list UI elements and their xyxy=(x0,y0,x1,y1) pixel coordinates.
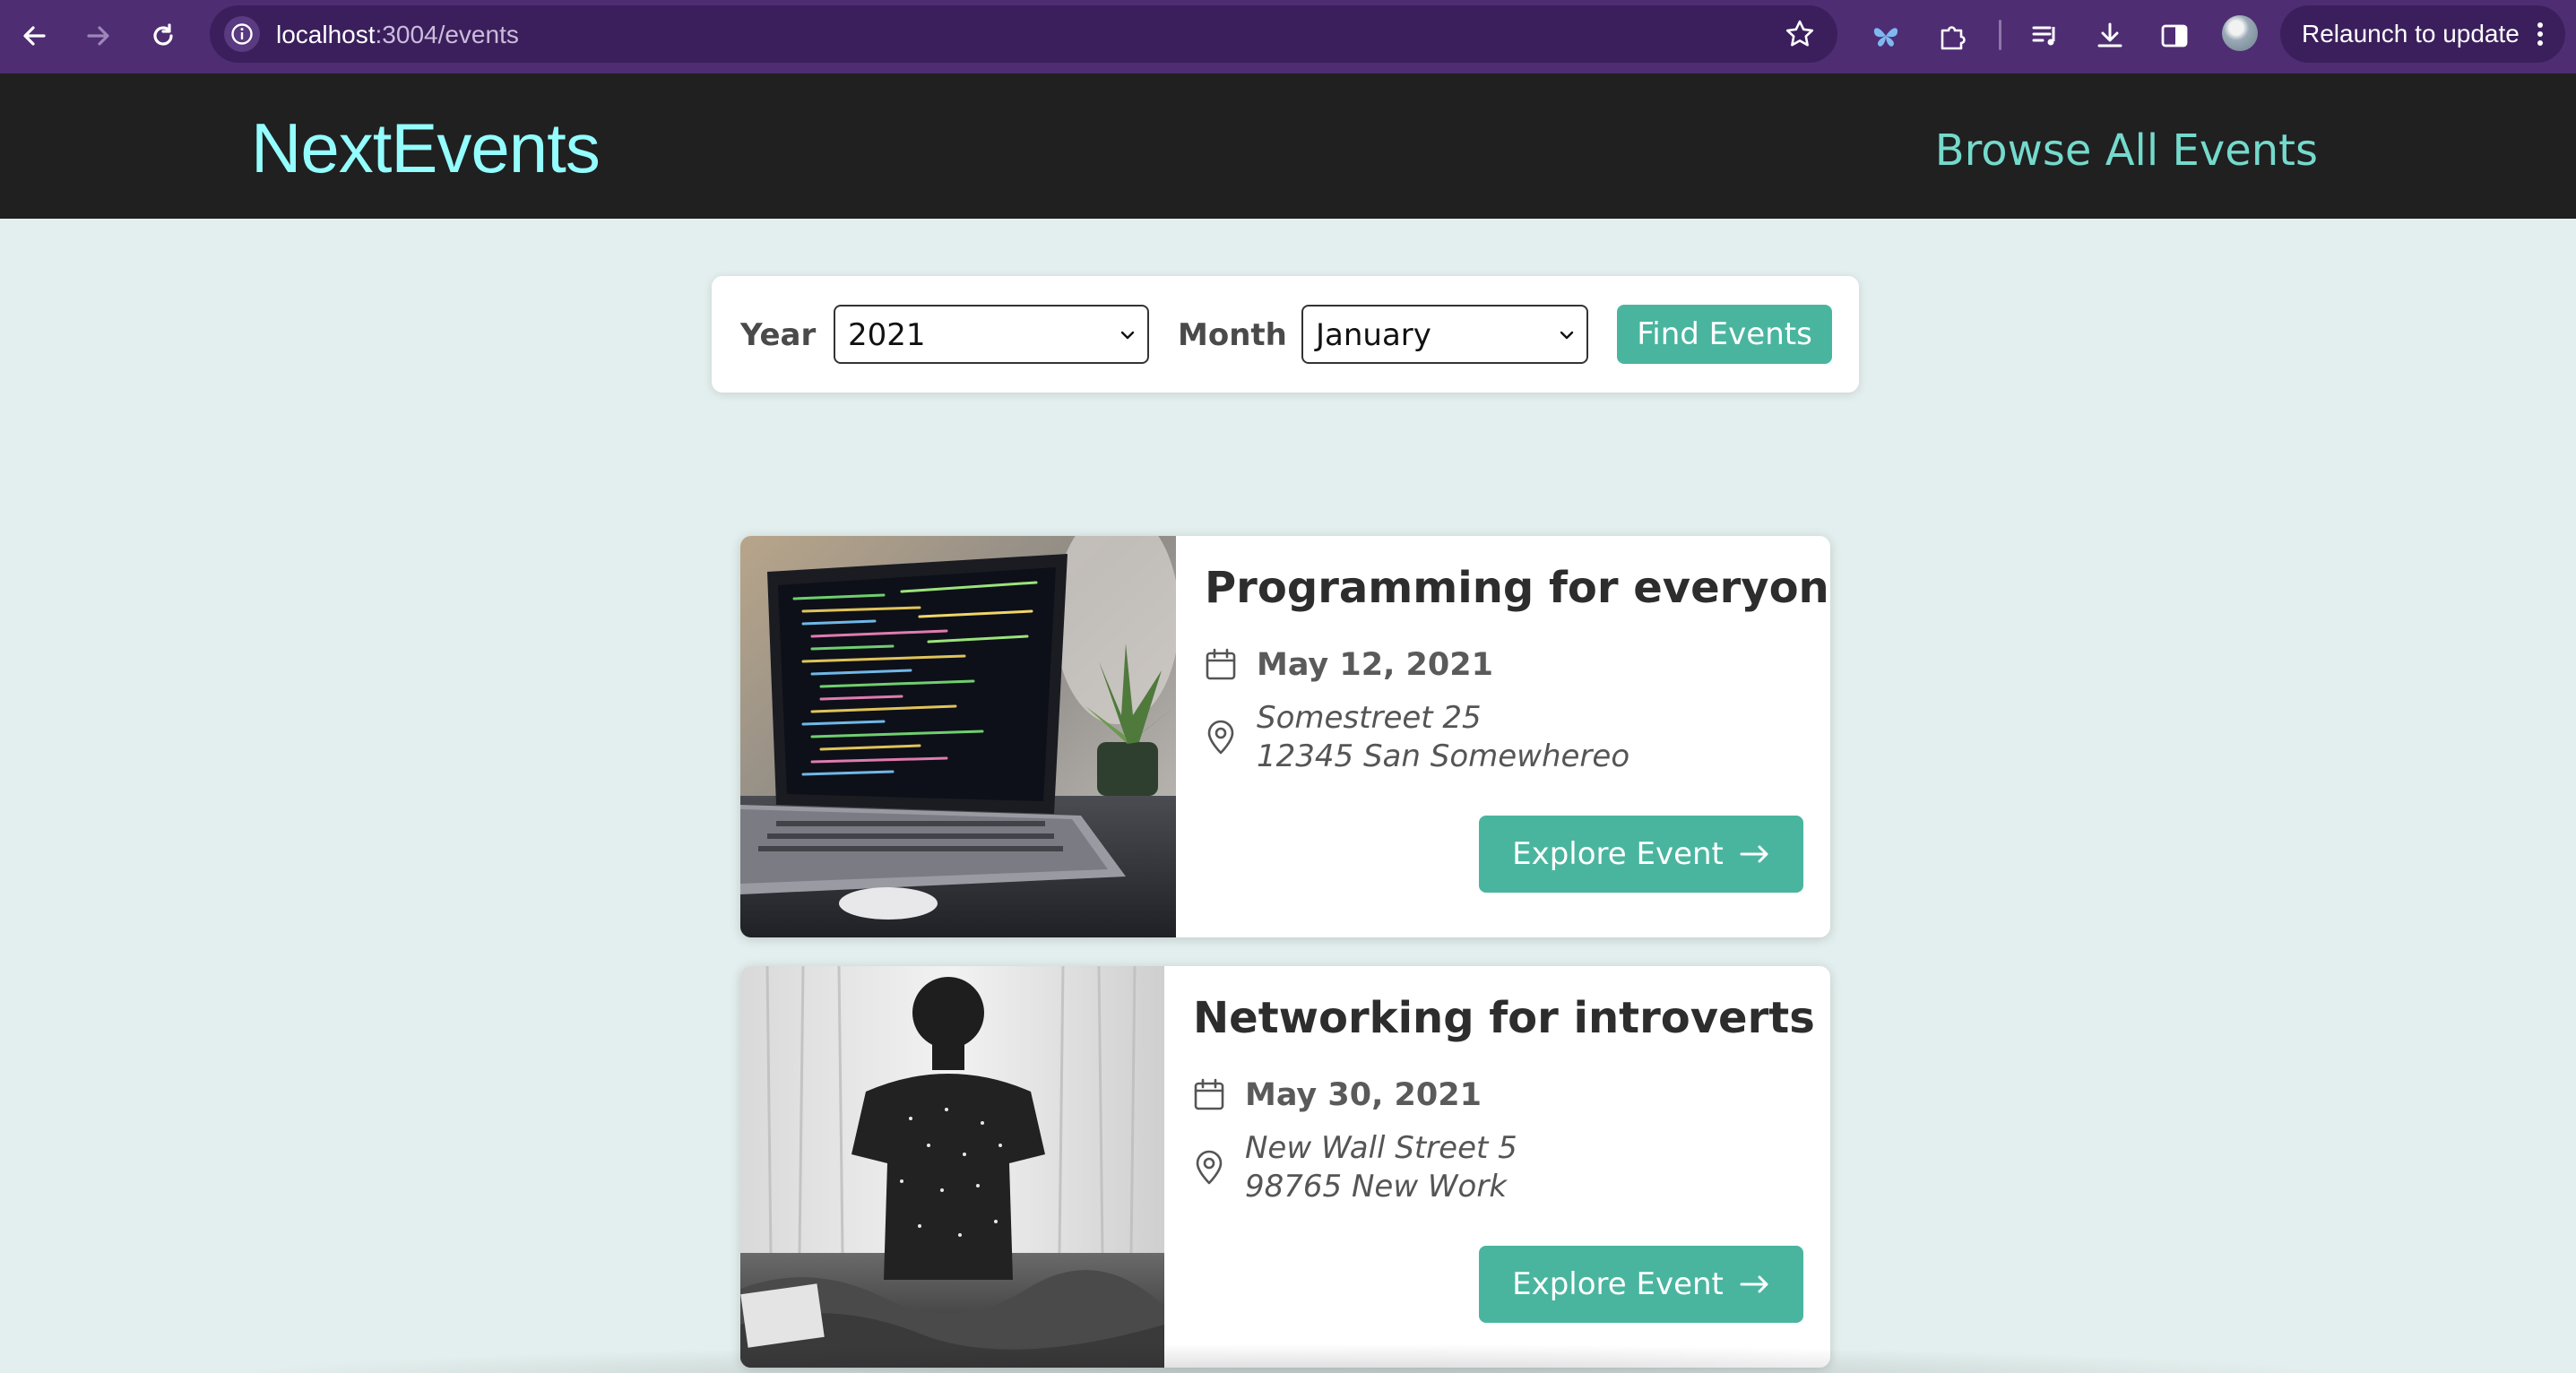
profile-avatar[interactable] xyxy=(2222,15,2258,51)
event-address-line2: 98765 New Work xyxy=(1245,1169,1508,1205)
address-bar[interactable]: localhost:3004/events xyxy=(210,5,1837,63)
site-header: NextEvents Browse All Events xyxy=(0,73,2576,219)
event-card: Networking for introverts May 30, 2021 N… xyxy=(740,966,1830,1368)
event-date: May 12, 2021 xyxy=(1257,647,1493,683)
toolbar-separator xyxy=(1999,20,2001,50)
back-arrow-icon xyxy=(23,26,46,46)
event-date-row: May 30, 2021 xyxy=(1193,1077,1482,1113)
extension-icon[interactable] xyxy=(1863,13,1909,59)
event-address: New Wall Street 5 98765 New Work xyxy=(1245,1129,1517,1206)
event-address-row: Somestreet 25 12345 San Somewhereo xyxy=(1205,699,1629,776)
event-address-row: New Wall Street 5 98765 New Work xyxy=(1193,1129,1517,1206)
reload-icon xyxy=(153,23,173,46)
extensions-puzzle-icon[interactable] xyxy=(1929,13,1975,59)
year-select-value: 2021 xyxy=(848,317,926,353)
find-events-button[interactable]: Find Events xyxy=(1617,305,1832,364)
site-logo-link[interactable]: NextEvents xyxy=(251,108,601,189)
explore-event-label: Explore Event xyxy=(1512,836,1724,872)
relaunch-label: Relaunch to update xyxy=(2302,20,2520,47)
forward-button[interactable] xyxy=(75,13,122,59)
media-queue-icon[interactable] xyxy=(2022,13,2069,59)
back-button[interactable] xyxy=(11,13,57,59)
event-image-laptop xyxy=(740,536,1176,937)
arrow-right-icon xyxy=(1740,845,1768,863)
side-panel-icon[interactable] xyxy=(2151,13,2198,59)
event-card: Programming for everyone May 12, 2021 So… xyxy=(740,536,1830,937)
event-title: Networking for introverts xyxy=(1193,993,1815,1043)
year-label: Year xyxy=(740,317,817,353)
calendar-icon xyxy=(1194,1078,1224,1110)
event-date: May 30, 2021 xyxy=(1245,1077,1482,1113)
event-title: Programming for everyone xyxy=(1205,563,1830,613)
month-label: Month xyxy=(1178,317,1287,353)
browse-all-events-link[interactable]: Browse All Events xyxy=(1935,125,2318,176)
calendar-icon xyxy=(1206,648,1236,680)
browser-toolbar: localhost:3004/events Relaunch to update xyxy=(0,0,2576,73)
site-info-icon[interactable] xyxy=(224,16,260,52)
bookmark-star-icon[interactable] xyxy=(1784,18,1816,50)
event-date-row: May 12, 2021 xyxy=(1205,647,1493,683)
explore-event-button[interactable]: Explore Event xyxy=(1479,816,1803,893)
year-select[interactable]: 2021 xyxy=(834,305,1149,364)
download-icon[interactable] xyxy=(2087,13,2133,59)
month-select-value: January xyxy=(1316,317,1431,353)
location-pin-icon xyxy=(1207,720,1234,755)
arrow-right-icon xyxy=(1740,1275,1768,1293)
event-address-line1: New Wall Street 5 xyxy=(1245,1130,1517,1166)
events-search-form: Year 2021 Month January Find Events xyxy=(712,276,1859,393)
bottom-shadow xyxy=(0,1337,2576,1373)
relaunch-update-button[interactable]: Relaunch to update xyxy=(2280,5,2565,63)
explore-event-label: Explore Event xyxy=(1512,1266,1724,1302)
url-text: localhost:3004/events xyxy=(276,21,519,48)
chevron-down-icon xyxy=(1560,331,1574,340)
event-address-line2: 12345 San Somewhereo xyxy=(1257,738,1630,774)
explore-event-button[interactable]: Explore Event xyxy=(1479,1246,1803,1323)
location-pin-icon xyxy=(1196,1150,1223,1185)
reload-button[interactable] xyxy=(140,13,186,59)
event-image-person xyxy=(740,966,1164,1368)
month-select[interactable]: January xyxy=(1301,305,1588,364)
more-menu-icon[interactable] xyxy=(2535,18,2546,50)
forward-arrow-icon xyxy=(87,26,109,46)
chevron-down-icon xyxy=(1120,331,1135,340)
butterfly-extension-icon xyxy=(1873,28,1898,47)
event-address-line1: Somestreet 25 xyxy=(1257,700,1482,736)
event-address: Somestreet 25 12345 San Somewhereo xyxy=(1257,699,1629,776)
